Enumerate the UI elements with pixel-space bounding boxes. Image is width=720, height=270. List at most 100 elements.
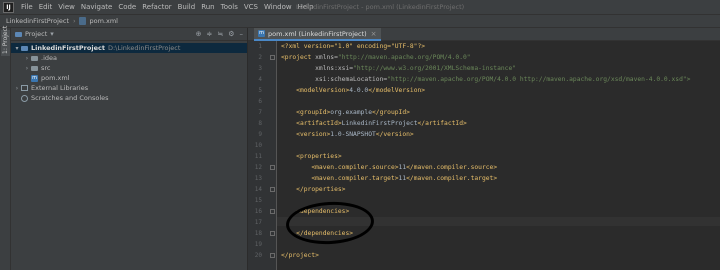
menu-build[interactable]: Build <box>175 3 199 11</box>
tree-item-label: Scratches and Consoles <box>31 94 109 102</box>
menu-view[interactable]: View <box>55 3 78 11</box>
xml-tag: <groupId> <box>281 109 331 116</box>
tree-item-src[interactable]: › src <box>11 63 247 73</box>
project-tool-window-tab[interactable]: 1: Project <box>1 26 10 56</box>
hide-icon[interactable]: – <box>240 30 244 38</box>
breadcrumb: LinkedinFirstProject › pom.xml <box>0 14 720 28</box>
chevron-right-icon[interactable]: › <box>23 55 31 62</box>
menu-window[interactable]: Window <box>261 3 295 11</box>
line-number: 5 <box>258 87 262 94</box>
menu-tools[interactable]: Tools <box>218 3 241 11</box>
xml-text: LinkedinFirstProject <box>341 120 418 127</box>
xml-tag: </project> <box>281 252 319 259</box>
menu-navigate[interactable]: Navigate <box>78 3 115 11</box>
xml-tag: <properties> <box>281 153 342 160</box>
code-line: <groupId>org.example</groupId> <box>281 109 410 116</box>
tree-item-label: External Libraries <box>31 84 89 92</box>
code-line: xsi:schemaLocation="http://maven.apache.… <box>281 76 690 83</box>
menu-vcs[interactable]: VCS <box>241 3 261 11</box>
line-number: 4 <box>258 76 262 83</box>
locate-icon[interactable]: ⊕ <box>196 30 202 38</box>
code-line: <modelVersion>4.0.0</modelVersion> <box>281 87 425 94</box>
xml-text: org.example <box>330 109 372 116</box>
line-number: 17 <box>254 219 262 226</box>
line-number: 8 <box>258 120 262 127</box>
xml-value: "http://www.w3.org/2001/XMLSchema-instan… <box>353 65 517 72</box>
intellij-logo-icon: IJ <box>3 1 14 13</box>
xml-tag: <version> <box>281 131 331 138</box>
collapse-all-icon[interactable]: ≑ <box>206 30 212 38</box>
code-line: </properties> <box>281 186 345 193</box>
line-number: 3 <box>258 65 262 72</box>
xml-value: "http://maven.apache.org/POM/4.0.0 http:… <box>387 76 691 83</box>
fold-toggle-icon[interactable] <box>270 231 275 236</box>
xml-tag: <maven.compiler.target> <box>281 175 399 182</box>
xml-text: 4.0.0 <box>349 87 369 94</box>
breadcrumb-separator-icon: › <box>73 17 76 25</box>
tree-item-external-libraries[interactable]: › External Libraries <box>11 83 247 93</box>
chevron-down-icon[interactable]: ▾ <box>13 45 21 52</box>
code-line: xmlns:xsi="http://www.w3.org/2001/XMLSch… <box>281 65 516 72</box>
code-line: <version>1.0-SNAPSHOT</version> <box>281 131 414 138</box>
menu-refactor[interactable]: Refactor <box>139 3 174 11</box>
project-panel: Project ▾ ⊕ ≑ ≒ ⚙ – ▾ LinkedinFirstProje… <box>11 28 248 270</box>
close-icon[interactable]: × <box>371 30 377 38</box>
xml-value: "http://maven.apache.org/POM/4.0.0" <box>337 54 471 61</box>
xml-text: 11 <box>398 175 407 182</box>
line-number: 15 <box>254 197 262 204</box>
tree-item-label: src <box>41 64 51 72</box>
chevron-right-icon[interactable]: › <box>23 65 31 72</box>
code-line: <artifactId>LinkedinFirstProject</artifa… <box>281 120 467 127</box>
code-line: <project xmlns="http://maven.apache.org/… <box>281 54 471 61</box>
tree-item-label: LinkedinFirstProject <box>31 44 105 52</box>
chevron-down-icon[interactable]: ▾ <box>50 30 54 38</box>
chevron-right-icon[interactable]: › <box>13 85 21 92</box>
xml-attribute: xmlns:xsi= <box>281 65 354 72</box>
tree-item-root[interactable]: ▾ LinkedinFirstProject D:\LinkedinFirstP… <box>11 43 247 53</box>
code-line: <properties> <box>281 153 342 160</box>
line-number: 20 <box>254 252 262 259</box>
line-number: 16 <box>254 208 262 215</box>
xml-tag: </maven.compiler.target> <box>406 175 498 182</box>
xml-tag: <artifactId> <box>281 120 342 127</box>
xml-tag: </groupId> <box>372 109 410 116</box>
breadcrumb-file[interactable]: pom.xml <box>89 17 118 25</box>
menu-file[interactable]: File <box>18 3 36 11</box>
tree-item-idea[interactable]: › .idea <box>11 53 247 63</box>
fold-toggle-icon[interactable] <box>270 209 275 214</box>
tab-pom-xml[interactable]: m pom.xml (LinkedinFirstProject) × <box>254 28 381 41</box>
xml-tag: </properties> <box>281 186 346 193</box>
line-number: 12 <box>254 164 262 171</box>
line-number: 9 <box>258 131 262 138</box>
tree-item-pom[interactable]: m pom.xml <box>11 73 247 83</box>
library-icon <box>21 85 28 91</box>
xml-tag: <modelVersion> <box>281 87 350 94</box>
project-tool-window-label: 1: Project <box>2 25 9 54</box>
menu-run[interactable]: Run <box>198 3 217 11</box>
xml-attribute: xsi:schemaLocation= <box>281 76 388 83</box>
menu-code[interactable]: Code <box>115 3 139 11</box>
line-number: 2 <box>258 54 262 61</box>
menu-bar: IJ File Edit View Navigate Code Refactor… <box>0 0 720 14</box>
tree-item-scratches[interactable]: Scratches and Consoles <box>11 93 247 103</box>
project-view-selector[interactable]: Project <box>25 30 47 38</box>
xml-text: 11 <box>398 164 407 171</box>
expand-all-icon[interactable]: ≒ <box>217 30 223 38</box>
line-number: 1 <box>258 43 262 50</box>
gear-icon[interactable]: ⚙ <box>228 30 234 38</box>
tree-item-label: .idea <box>41 54 57 62</box>
folder-icon <box>31 55 38 61</box>
fold-toggle-icon[interactable] <box>270 165 275 170</box>
code-line: <maven.compiler.source>11</maven.compile… <box>281 164 497 171</box>
xml-text: 1.0-SNAPSHOT <box>330 131 376 138</box>
code-line: </project> <box>281 252 319 259</box>
fold-toggle-icon[interactable] <box>270 55 275 60</box>
scratches-icon <box>21 94 28 102</box>
fold-toggle-icon[interactable] <box>270 187 275 192</box>
code-line: <?xml version="1.0" encoding="UTF-8"?> <box>281 43 425 50</box>
menu-edit[interactable]: Edit <box>36 3 56 11</box>
xml-tag: </modelVersion> <box>368 87 426 94</box>
breadcrumb-project[interactable]: LinkedinFirstProject <box>6 17 69 25</box>
fold-toggle-icon[interactable] <box>270 253 275 258</box>
line-number: 19 <box>254 241 262 248</box>
